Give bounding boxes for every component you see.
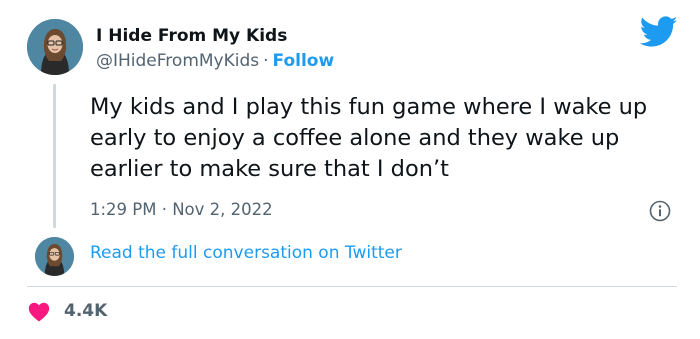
like-count: 4.4K: [64, 301, 108, 321]
heart-icon[interactable]: [28, 302, 50, 322]
author-handle[interactable]: @IHideFromMyKids: [96, 51, 259, 71]
info-icon[interactable]: [649, 200, 671, 222]
thread-line: [53, 84, 56, 228]
avatar-portrait: [27, 19, 83, 75]
handle-separator: ·: [263, 51, 269, 71]
author-meta: @IHideFromMyKids · Follow: [96, 51, 334, 71]
tweet-card: I Hide From My Kids @IHideFromMyKids · Fol…: [0, 0, 700, 339]
author-name[interactable]: I Hide From My Kids: [96, 26, 287, 46]
twitter-bird-icon[interactable]: [640, 16, 678, 48]
read-conversation-link[interactable]: Read the full conversation on Twitter: [90, 243, 402, 263]
author-avatar[interactable]: [27, 19, 83, 75]
tweet-timestamp[interactable]: 1:29 PM · Nov 2, 2022: [90, 200, 273, 219]
divider: [27, 286, 677, 287]
tweet-text: My kids and I play this fun game where I…: [90, 94, 648, 182]
avatar-portrait-small: [35, 237, 74, 276]
conversation-avatar[interactable]: [35, 237, 74, 276]
follow-button[interactable]: Follow: [273, 51, 335, 71]
